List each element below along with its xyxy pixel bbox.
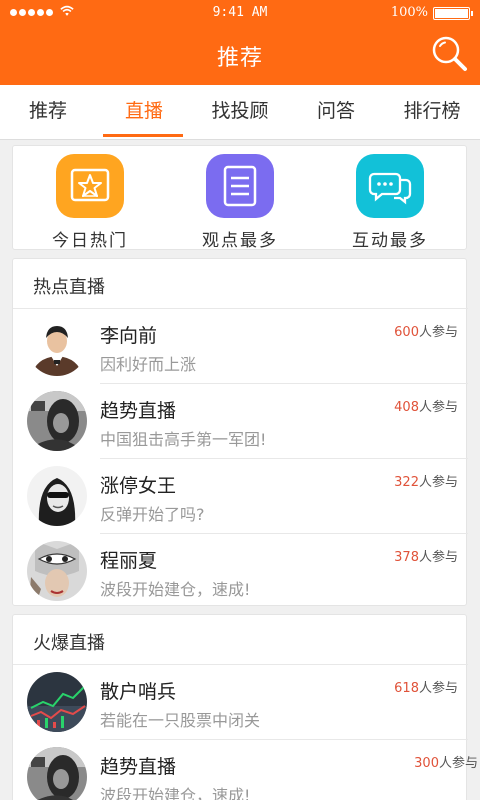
tab-find-advisor[interactable]: 找投顾 bbox=[192, 85, 288, 140]
battery-percent: 100% bbox=[390, 5, 428, 20]
search-icon[interactable] bbox=[430, 34, 470, 74]
avatar bbox=[27, 316, 87, 376]
fire-live-section: 火爆直播 散户哨兵 若能在一只股票中闭关 618人参与 趋势直播 波段开始建仓，… bbox=[12, 614, 478, 800]
quick-today-hot[interactable]: 今日热门 bbox=[25, 146, 155, 251]
list-item[interactable]: 李向前 因利好而上涨 600人参与 bbox=[13, 309, 468, 384]
quick-most-views[interactable]: 观点最多 bbox=[175, 146, 305, 251]
avatar bbox=[27, 747, 87, 800]
list-item[interactable]: 趋势直播 波段开始建仓，速成! 300人参与 bbox=[13, 740, 478, 800]
streamer-name: 涨停女王 bbox=[100, 475, 177, 497]
list-item[interactable]: 散户哨兵 若能在一只股票中闭关 618人参与 bbox=[13, 665, 468, 740]
list-item[interactable]: 涨停女王 反弹开始了吗? 322人参与 bbox=[13, 459, 468, 534]
quick-label: 互动最多 bbox=[352, 231, 428, 251]
star-icon bbox=[56, 154, 124, 218]
quick-categories: 今日热门 观点最多 互动最多 bbox=[12, 145, 467, 251]
stream-desc: 波段开始建仓，速成! bbox=[100, 580, 251, 599]
participant-count: 618人参与 bbox=[394, 681, 458, 696]
streamer-name: 李向前 bbox=[100, 325, 158, 347]
participant-count: 378人参与 bbox=[394, 550, 458, 565]
avatar bbox=[27, 672, 87, 732]
section-title: 火爆直播 bbox=[33, 633, 105, 654]
list-item[interactable]: 趋势直播 中国狙击高手第一军团! 408人参与 bbox=[13, 384, 468, 459]
participant-count: 600人参与 bbox=[394, 325, 458, 340]
avatar bbox=[27, 391, 87, 451]
tab-recommend[interactable]: 推荐 bbox=[0, 85, 96, 140]
tab-ranking[interactable]: 排行榜 bbox=[384, 85, 480, 140]
list-icon bbox=[206, 154, 274, 218]
participant-count: 322人参与 bbox=[394, 475, 458, 490]
app-header: 9:41 AM 100% 推荐 bbox=[0, 0, 480, 85]
active-tab-indicator bbox=[103, 134, 183, 137]
participant-count: 300人参与 bbox=[414, 756, 478, 771]
participant-count: 408人参与 bbox=[394, 400, 458, 415]
stream-desc: 反弹开始了吗? bbox=[100, 505, 205, 524]
avatar bbox=[27, 541, 87, 601]
quick-most-interaction[interactable]: 互动最多 bbox=[325, 146, 455, 251]
streamer-name: 程丽夏 bbox=[100, 550, 158, 572]
stream-desc: 若能在一只股票中闭关 bbox=[100, 711, 261, 730]
tab-qa[interactable]: 问答 bbox=[288, 85, 384, 140]
streamer-name: 趋势直播 bbox=[100, 756, 177, 778]
hot-live-section: 热点直播 李向前 因利好而上涨 600人参与 趋势直播 中国狙击高手第一军团! … bbox=[12, 258, 468, 609]
status-bar: 9:41 AM 100% bbox=[0, 0, 480, 26]
quick-label: 观点最多 bbox=[202, 231, 278, 251]
stream-desc: 因利好而上涨 bbox=[100, 355, 197, 374]
section-title: 热点直播 bbox=[33, 277, 105, 298]
stream-desc: 中国狙击高手第一军团! bbox=[100, 430, 267, 449]
stream-desc: 波段开始建仓，速成! bbox=[100, 786, 251, 800]
list-item[interactable]: 程丽夏 波段开始建仓，速成! 378人参与 bbox=[13, 534, 468, 609]
tab-live[interactable]: 直播 bbox=[96, 85, 192, 140]
page-title: 推荐 bbox=[216, 46, 263, 71]
quick-label: 今日热门 bbox=[52, 231, 128, 251]
battery-icon bbox=[433, 7, 473, 20]
streamer-name: 散户哨兵 bbox=[100, 681, 177, 703]
streamer-name: 趋势直播 bbox=[100, 400, 177, 422]
avatar bbox=[27, 466, 87, 526]
chat-bubbles-icon bbox=[356, 154, 424, 218]
tab-bar: 推荐 直播 找投顾 问答 排行榜 bbox=[0, 85, 480, 140]
